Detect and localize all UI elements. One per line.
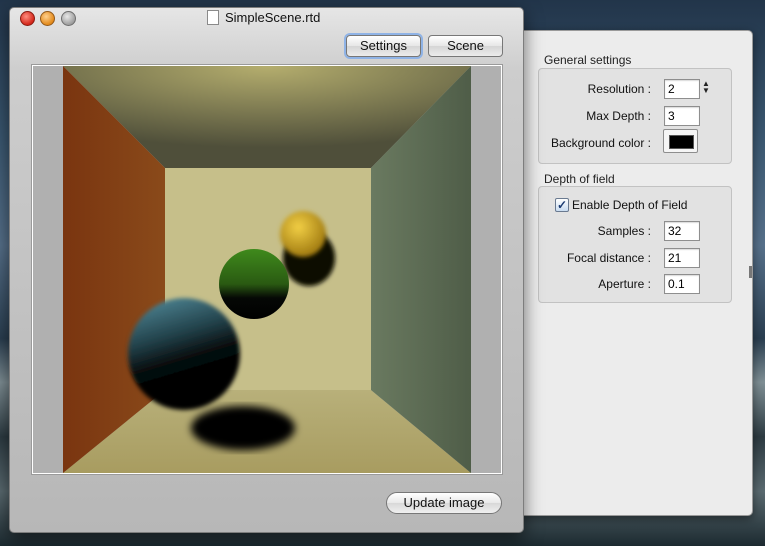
samples-row: Samples : [539, 221, 731, 243]
max-depth-label: Max Depth : [586, 109, 651, 123]
yellow-sphere [280, 211, 326, 257]
settings-button[interactable]: Settings [346, 35, 421, 57]
close-button[interactable] [20, 11, 35, 26]
samples-label: Samples : [597, 224, 651, 238]
enable-dof-checkbox[interactable]: ✓ [555, 198, 569, 212]
enable-dof-row: ✓ Enable Depth of Field [539, 196, 731, 218]
focal-distance-field[interactable] [664, 248, 700, 268]
aperture-label: Aperture : [598, 277, 651, 291]
depth-of-field-box: ✓ Enable Depth of Field Samples : Focal … [538, 186, 732, 303]
resolution-field[interactable] [664, 79, 700, 99]
window-title: SimpleScene.rtd [225, 10, 321, 25]
drawer-resize-grip[interactable] [749, 266, 752, 278]
resolution-label: Resolution : [587, 82, 651, 96]
rendered-image [63, 66, 471, 473]
scene-button[interactable]: Scene [428, 35, 503, 57]
document-icon [207, 10, 219, 25]
depth-of-field-title: Depth of field [544, 172, 615, 186]
focal-distance-label: Focal distance : [566, 251, 651, 265]
aperture-field[interactable] [664, 274, 700, 294]
render-view [33, 66, 501, 473]
resolution-row: Resolution : ▲▼ [539, 79, 731, 101]
background-color-row: Background color : [539, 129, 731, 155]
floor-shadow [191, 406, 295, 450]
zoom-button[interactable] [61, 11, 76, 26]
resolution-stepper[interactable]: ▲ ▼ [702, 80, 710, 96]
settings-drawer: General settings Resolution : ▲▼ Max Dep… [508, 30, 753, 516]
max-depth-field[interactable] [664, 106, 700, 126]
aperture-row: Aperture : [539, 274, 731, 296]
update-image-button[interactable]: Update image [386, 492, 502, 514]
background-color-swatch [669, 135, 694, 149]
background-color-well[interactable] [663, 129, 698, 153]
focal-distance-row: Focal distance : [539, 248, 731, 270]
samples-field[interactable] [664, 221, 700, 241]
main-window: SimpleScene.rtd Settings Scene Update im… [9, 7, 524, 533]
green-sphere [219, 249, 289, 319]
teal-sphere [128, 298, 240, 410]
general-settings-box: Resolution : ▲▼ Max Depth : Background c… [538, 68, 732, 164]
render-view-frame [31, 64, 503, 475]
enable-dof-label[interactable]: Enable Depth of Field [572, 198, 687, 212]
general-settings-title: General settings [544, 53, 632, 67]
background-color-label: Background color : [550, 136, 651, 150]
max-depth-row: Max Depth : [539, 106, 731, 128]
minimize-button[interactable] [40, 11, 55, 26]
